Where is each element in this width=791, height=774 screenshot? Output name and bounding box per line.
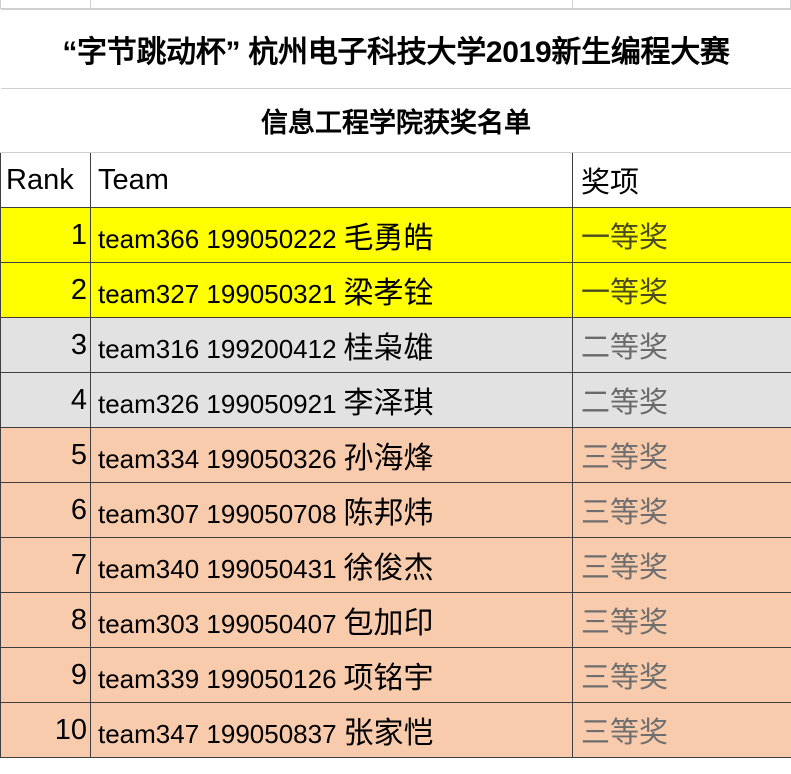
table-row[interactable]: 1 team366 199050222 毛勇皓 一等奖 — [0, 207, 791, 263]
team-member-name: 徐俊杰 — [343, 552, 434, 585]
cell-team[interactable]: team347 199050837 张家恺 — [90, 702, 573, 758]
cell-award[interactable]: 二等奖 — [571, 317, 791, 373]
cell-award[interactable]: 三等奖 — [571, 702, 791, 758]
page-title: “字节跳动杯” 杭州电子科技大学2019新生编程大赛 — [0, 9, 791, 89]
table-row[interactable]: 8 team303 199050407 包加印 三等奖 — [0, 592, 791, 648]
cell-award[interactable]: 一等奖 — [571, 207, 791, 263]
team-code: team334 199050326 — [98, 444, 337, 474]
award-list-table: “字节跳动杯” 杭州电子科技大学2019新生编程大赛 信息工程学院获奖名单 Ra… — [0, 9, 791, 758]
table-row[interactable]: 5 team334 199050326 孙海烽 三等奖 — [0, 427, 791, 483]
team-member-name: 陈邦炜 — [343, 497, 434, 530]
grid-line-team-award — [572, 0, 573, 8]
table-row[interactable]: 2 team327 199050321 梁孝铨 一等奖 — [0, 262, 791, 318]
team-member-name: 孙海烽 — [343, 442, 434, 475]
cell-team[interactable]: team366 199050222 毛勇皓 — [90, 207, 573, 263]
cell-team[interactable]: team327 199050321 梁孝铨 — [90, 262, 573, 318]
column-header-rank: Rank — [0, 152, 91, 208]
column-header-award: 奖项 — [571, 152, 791, 208]
cell-team[interactable]: team326 199050921 李泽琪 — [90, 372, 573, 428]
cell-award[interactable]: 一等奖 — [571, 262, 791, 318]
column-header-team: Team — [90, 152, 573, 208]
cell-team[interactable]: team339 199050126 项铭宇 — [90, 647, 573, 703]
team-member-name: 包加印 — [343, 607, 434, 640]
team-code: team340 199050431 — [98, 554, 337, 584]
grid-line-rank-team — [90, 0, 91, 8]
spreadsheet-canvas: “字节跳动杯” 杭州电子科技大学2019新生编程大赛 信息工程学院获奖名单 Ra… — [0, 0, 791, 774]
cell-award[interactable]: 三等奖 — [571, 427, 791, 483]
cell-team[interactable]: team316 199200412 桂枭雄 — [90, 317, 573, 373]
table-row[interactable]: 9 team339 199050126 项铭宇 三等奖 — [0, 647, 791, 703]
team-member-name: 桂枭雄 — [343, 332, 434, 365]
team-code: team366 199050222 — [98, 224, 337, 254]
table-row[interactable]: 7 team340 199050431 徐俊杰 三等奖 — [0, 537, 791, 593]
table-row[interactable]: 10 team347 199050837 张家恺 三等奖 — [0, 702, 791, 758]
team-member-name: 项铭宇 — [343, 662, 434, 695]
cell-rank[interactable]: 1 — [0, 207, 91, 263]
cell-award[interactable]: 三等奖 — [571, 647, 791, 703]
page-subtitle: 信息工程学院获奖名单 — [0, 88, 791, 153]
cell-team[interactable]: team334 199050326 孙海烽 — [90, 427, 573, 483]
team-code: team316 199200412 — [98, 334, 337, 364]
cell-award[interactable]: 二等奖 — [571, 372, 791, 428]
cell-rank[interactable]: 7 — [0, 537, 91, 593]
team-member-name: 梁孝铨 — [343, 277, 434, 310]
cell-rank[interactable]: 9 — [0, 647, 91, 703]
team-code: team303 199050407 — [98, 609, 337, 639]
grid-line-left — [0, 0, 1, 8]
cell-rank[interactable]: 2 — [0, 262, 91, 318]
team-code: team347 199050837 — [98, 719, 337, 749]
table-row[interactable]: 4 team326 199050921 李泽琪 二等奖 — [0, 372, 791, 428]
cell-team[interactable]: team303 199050407 包加印 — [90, 592, 573, 648]
table-header-row: Rank Team 奖项 — [0, 152, 791, 208]
cell-rank[interactable]: 10 — [0, 702, 91, 758]
team-code: team339 199050126 — [98, 664, 337, 694]
title-row-primary: “字节跳动杯” 杭州电子科技大学2019新生编程大赛 — [0, 9, 791, 89]
table-row[interactable]: 6 team307 199050708 陈邦炜 三等奖 — [0, 482, 791, 538]
partial-row-above-title — [0, 0, 791, 9]
title-row-secondary: 信息工程学院获奖名单 — [0, 88, 791, 153]
team-code: team326 199050921 — [98, 389, 337, 419]
cell-rank[interactable]: 5 — [0, 427, 91, 483]
team-code: team307 199050708 — [98, 499, 337, 529]
cell-award[interactable]: 三等奖 — [571, 592, 791, 648]
team-member-name: 李泽琪 — [343, 387, 434, 420]
team-code: team327 199050321 — [98, 279, 337, 309]
cell-award[interactable]: 三等奖 — [571, 537, 791, 593]
cell-rank[interactable]: 3 — [0, 317, 91, 373]
cell-rank[interactable]: 4 — [0, 372, 91, 428]
team-member-name: 张家恺 — [343, 717, 434, 750]
table-row[interactable]: 3 team316 199200412 桂枭雄 二等奖 — [0, 317, 791, 373]
cell-rank[interactable]: 6 — [0, 482, 91, 538]
cell-rank[interactable]: 8 — [0, 592, 91, 648]
cell-team[interactable]: team340 199050431 徐俊杰 — [90, 537, 573, 593]
cell-award[interactable]: 三等奖 — [571, 482, 791, 538]
cell-team[interactable]: team307 199050708 陈邦炜 — [90, 482, 573, 538]
table-body: “字节跳动杯” 杭州电子科技大学2019新生编程大赛 信息工程学院获奖名单 Ra… — [0, 9, 791, 758]
team-member-name: 毛勇皓 — [343, 222, 434, 255]
